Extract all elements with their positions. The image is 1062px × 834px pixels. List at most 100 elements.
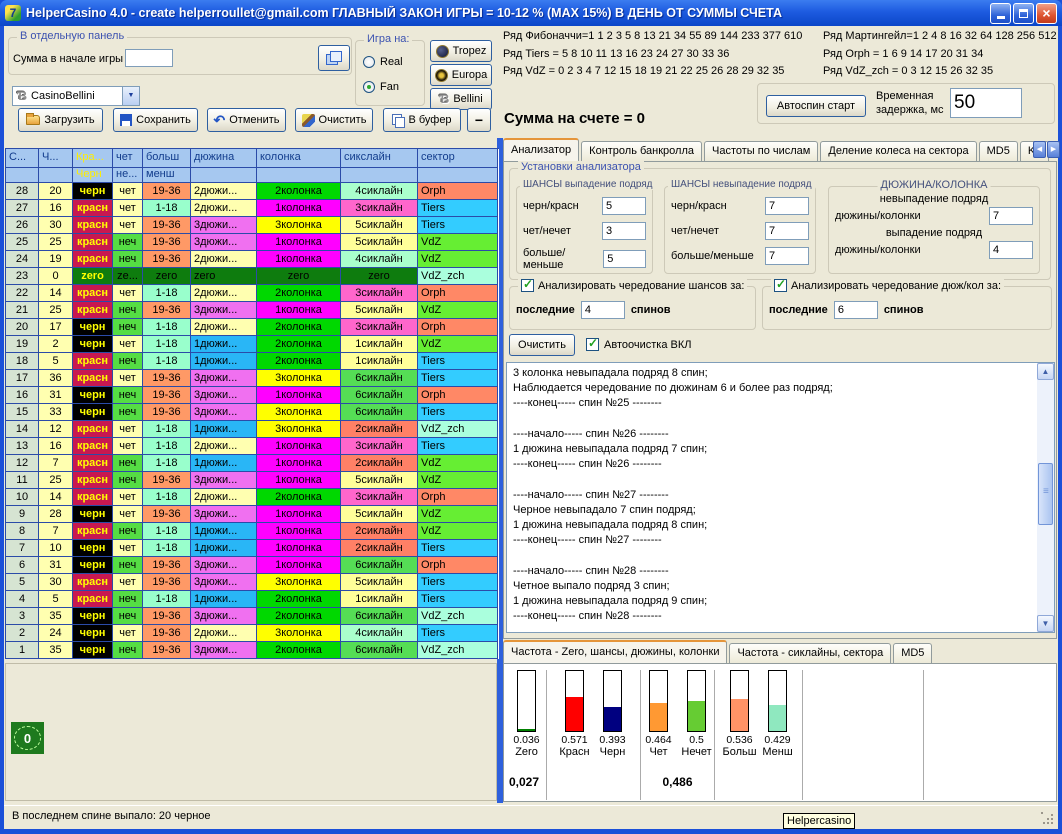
copy-to-buffer-button[interactable]: В буфер <box>383 108 461 132</box>
tab-1[interactable]: Контроль банкролла <box>581 141 702 161</box>
range-cell: 19-36 <box>143 217 191 234</box>
miss-redblack-spinner[interactable]: 7 <box>765 197 809 215</box>
resize-grip[interactable] <box>1041 812 1054 825</box>
range-cell: 1-18 <box>143 319 191 336</box>
miss-evenodd-value[interactable]: 7 <box>766 223 808 239</box>
header-cell <box>257 168 341 183</box>
maximize-button[interactable] <box>1013 3 1034 24</box>
number-cell: 31 <box>39 557 73 574</box>
dozen-column-title: ДЮЖИНА/КОЛОНКА <box>878 179 991 191</box>
balance-line: Сумма на счете = 0 <box>504 110 645 127</box>
freq-group-total: 0,027 <box>509 775 539 789</box>
alt-dozens-check[interactable]: Анализировать чередование дюж/кол за: <box>771 279 1004 292</box>
tab-3[interactable]: Деление колеса на сектора <box>820 141 976 161</box>
miss-highlow-value[interactable]: 7 <box>766 248 808 264</box>
hit-redblack-spinner[interactable]: 5 <box>602 197 646 215</box>
status-bar: В последнем спине выпало: 20 черное Help… <box>4 805 1058 829</box>
alt-chances-value[interactable]: 4 <box>582 302 624 318</box>
number-cell: 7 <box>39 455 73 472</box>
number-cell: 12 <box>39 421 73 438</box>
dozen-cell: 3дюжи... <box>191 642 257 659</box>
undo-icon: ↶ <box>214 114 226 126</box>
dozen-hit-value[interactable]: 4 <box>990 242 1032 258</box>
tab-2[interactable]: MD5 <box>893 643 932 663</box>
close-button[interactable]: × <box>1036 3 1057 24</box>
sector-cell: VdZ <box>418 234 498 251</box>
save-button[interactable]: Сохранить <box>113 108 198 132</box>
tab-0[interactable]: Анализатор <box>503 138 579 161</box>
load-button[interactable]: Загрузить <box>18 108 103 132</box>
spin-cell: 26 <box>6 217 39 234</box>
delay-spinner[interactable]: 50 <box>950 88 1022 118</box>
tab-scroll-left-button[interactable]: ◀ <box>1033 141 1046 158</box>
analyzer-settings-label: Установки анализатора <box>518 161 644 173</box>
alt-chances-spins-label: спинов <box>631 304 671 316</box>
dozen-cell: 2дюжи... <box>191 285 257 302</box>
sector-cell: VdZ <box>418 472 498 489</box>
scrollbar-thumb[interactable] <box>1038 463 1053 525</box>
miss-highlow-spinner[interactable]: 7 <box>765 247 809 265</box>
number-cell: 16 <box>39 200 73 217</box>
sixline-cell: 5сиклайн <box>341 472 418 489</box>
sixline-cell: 5сиклайн <box>341 234 418 251</box>
radio-real[interactable]: Real <box>363 56 403 68</box>
scroll-up-button[interactable]: ▲ <box>1037 363 1054 380</box>
undo-button[interactable]: ↶ Отменить <box>207 108 286 132</box>
minimize-button[interactable] <box>990 3 1011 24</box>
alt-chances-last-label: последние <box>516 304 575 316</box>
miss-redblack-value[interactable]: 7 <box>766 198 808 214</box>
range-cell: 19-36 <box>143 404 191 421</box>
casino-tropez-button[interactable]: Tropez <box>430 40 492 62</box>
tab-4[interactable]: MD5 <box>979 141 1018 161</box>
hit-highlow-value[interactable]: 5 <box>604 251 645 267</box>
autoclear-check[interactable]: Автоочистка ВКЛ <box>586 338 691 351</box>
tab-scroll-right-button[interactable]: ▶ <box>1047 141 1060 158</box>
log-scrollbar[interactable]: ▲ ▼ <box>1037 363 1054 632</box>
sixline-cell: 3сиклайн <box>341 200 418 217</box>
dozen-miss-spinner[interactable]: 7 <box>989 207 1033 225</box>
radio-fan[interactable]: Fan <box>363 81 399 93</box>
log-area[interactable]: 3 колонка невыпадала подряд 8 спин; Набл… <box>508 364 1036 631</box>
window-title: HelperCasino 4.0 - create helperroullet@… <box>26 6 988 20</box>
autospin-start-button[interactable]: Автоспин старт <box>766 95 866 117</box>
start-sum-input[interactable] <box>125 49 173 67</box>
chevron-down-icon[interactable]: ▼ <box>122 87 139 105</box>
hit-redblack-value[interactable]: 5 <box>603 198 645 214</box>
alt-chances-spinner[interactable]: 4 <box>581 301 625 319</box>
detach-panel-button[interactable] <box>318 45 350 71</box>
dozen-hit-spinner[interactable]: 4 <box>989 241 1033 259</box>
dozen-cell: 3дюжи... <box>191 574 257 591</box>
casino-select[interactable]: Ɓ CasinoBellini ▼ <box>12 86 140 106</box>
color-cell: красн <box>73 591 113 608</box>
tropez-icon <box>436 45 449 58</box>
analyzer-clear-button[interactable]: Очистить <box>509 334 575 356</box>
hit-evenodd-spinner[interactable]: 3 <box>602 222 646 240</box>
tab-2[interactable]: Частоты по числам <box>704 141 818 161</box>
dozen-cell: 1дюжи... <box>191 353 257 370</box>
clear-button[interactable]: Очистить <box>295 108 373 132</box>
collapse-button[interactable]: − <box>467 108 491 132</box>
hit-evenodd-value[interactable]: 3 <box>603 223 645 239</box>
alt-dozens-value[interactable]: 6 <box>835 302 877 318</box>
miss-evenodd-spinner[interactable]: 7 <box>765 222 809 240</box>
alt-dozens-spinner[interactable]: 6 <box>834 301 878 319</box>
scroll-down-button[interactable]: ▼ <box>1037 615 1054 632</box>
tab-0[interactable]: Частота - Zero, шансы, дюжины, колонки <box>503 640 727 663</box>
number-cell: 24 <box>39 625 73 642</box>
hit-highlow-spinner[interactable]: 5 <box>603 250 646 268</box>
sector-cell: Tiers <box>418 200 498 217</box>
casino-europa-button[interactable]: Europa <box>430 64 492 86</box>
column-cell: 1колонка <box>257 251 341 268</box>
freq-bar-Красн: 0.571Красн <box>558 670 592 758</box>
dozen-miss-value[interactable]: 7 <box>990 208 1032 224</box>
roulette-cell-0[interactable]: 0 <box>11 722 44 754</box>
tab-1[interactable]: Частота - сиклайны, сектора <box>729 643 891 663</box>
tropez-label: Tropez <box>453 45 487 57</box>
app-icon: 7 <box>5 5 21 21</box>
autoclear-checkbox-icon <box>586 338 599 351</box>
alt-chances-check[interactable]: Анализировать чередование шансов за: <box>518 279 747 292</box>
sector-cell: Tiers <box>418 370 498 387</box>
casino-bellini-button[interactable]: Ɓ Bellini <box>430 88 492 110</box>
freq-value: 0.536 <box>726 734 752 746</box>
delay-value[interactable]: 50 <box>951 89 1021 117</box>
